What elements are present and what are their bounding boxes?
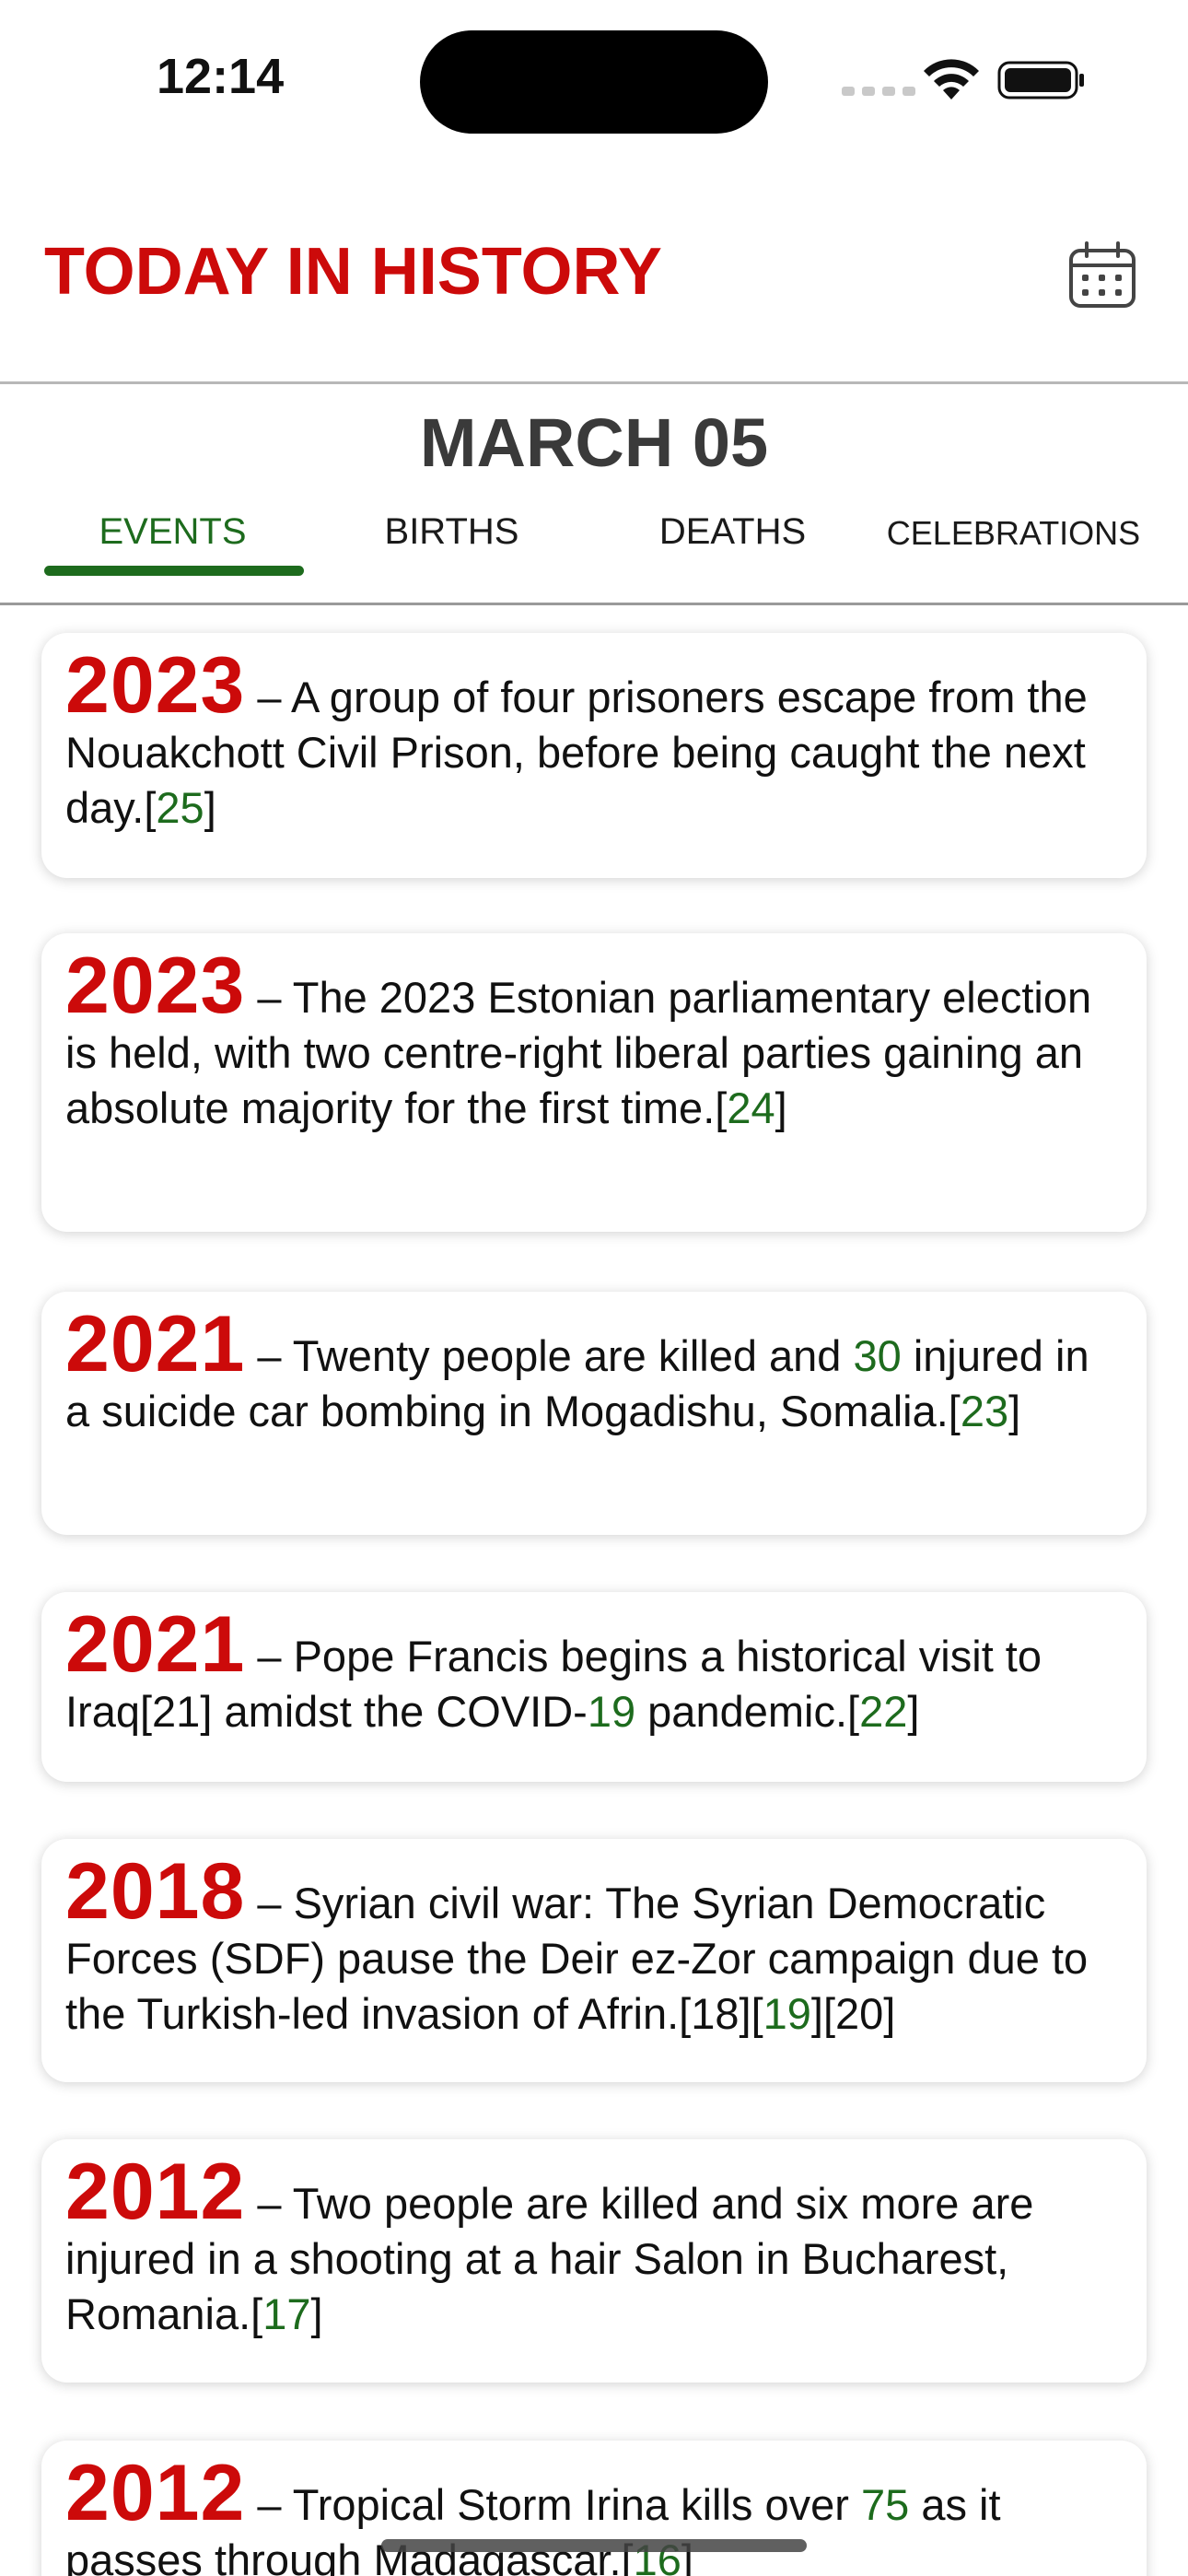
event-text: ][20] — [810, 1989, 896, 2038]
event-card[interactable]: 2012 – Two people are killed and six mor… — [41, 2139, 1147, 2383]
event-year: 2023 — [65, 641, 246, 730]
cellular-signal-icon — [842, 87, 915, 96]
event-card[interactable]: 2021 – Pope Francis begins a historical … — [41, 1592, 1147, 1782]
event-year: 2021 — [65, 1600, 246, 1689]
event-text: ] — [310, 2289, 323, 2338]
app-title: TODAY IN HISTORY — [44, 235, 662, 309]
event-number: 23 — [960, 1387, 1009, 1435]
date-title: MARCH 05 — [419, 404, 769, 481]
event-card[interactable]: 2023 – A group of four prisoners escape … — [41, 633, 1147, 878]
tab-deaths[interactable]: DEATHS — [592, 511, 873, 553]
event-number: 24 — [727, 1083, 775, 1132]
event-card[interactable]: 2018 – Syrian civil war: The Syrian Demo… — [41, 1839, 1147, 2082]
event-number: 75 — [860, 2480, 910, 2529]
tab-celebrations[interactable]: CELEBRATIONS — [873, 514, 1154, 553]
event-number: 19 — [587, 1687, 636, 1736]
wifi-icon — [924, 59, 979, 100]
event-year: 2018 — [65, 1847, 246, 1936]
event-year: 2021 — [65, 1300, 246, 1388]
event-text: ] — [1008, 1387, 1021, 1435]
event-text: ] — [907, 1687, 920, 1736]
event-card[interactable]: 2012 – Tropical Storm Irina kills over 7… — [41, 2441, 1147, 2576]
event-text: – Twenty people are killed and — [245, 1331, 854, 1380]
event-number: 25 — [156, 783, 204, 832]
event-number: 19 — [763, 1989, 811, 2038]
active-tab-indicator — [44, 566, 304, 576]
calendar-icon[interactable] — [1066, 240, 1138, 311]
dynamic-island — [420, 30, 768, 134]
app-header: TODAY IN HISTORY — [0, 138, 1188, 384]
status-bar: 12:14 — [0, 0, 1188, 138]
tab-births[interactable]: BIRTHS — [311, 511, 592, 553]
event-year: 2012 — [65, 2148, 246, 2236]
category-tabs: EVENTS BIRTHS DEATHS CELEBRATIONS — [0, 511, 1188, 603]
event-year: 2012 — [65, 2449, 246, 2537]
event-number: 30 — [853, 1331, 902, 1380]
battery-icon — [997, 61, 1084, 100]
event-text: – Tropical Storm Irina kills over — [245, 2480, 861, 2529]
event-number: 17 — [262, 2289, 311, 2338]
event-number: 22 — [859, 1687, 908, 1736]
tab-events[interactable]: EVENTS — [32, 511, 313, 553]
event-text: pandemic.[ — [635, 1687, 860, 1736]
event-year: 2023 — [65, 942, 246, 1030]
event-text: ] — [204, 783, 216, 832]
home-indicator[interactable] — [381, 2539, 807, 2552]
event-card[interactable]: 2021 – Twenty people are killed and 30 i… — [41, 1292, 1147, 1535]
status-time: 12:14 — [157, 49, 285, 104]
event-card[interactable]: 2023 – The 2023 Estonian parliamentary e… — [41, 933, 1147, 1232]
event-text: ] — [775, 1083, 787, 1132]
events-list[interactable]: 2023 – A group of four prisoners escape … — [0, 605, 1188, 2576]
